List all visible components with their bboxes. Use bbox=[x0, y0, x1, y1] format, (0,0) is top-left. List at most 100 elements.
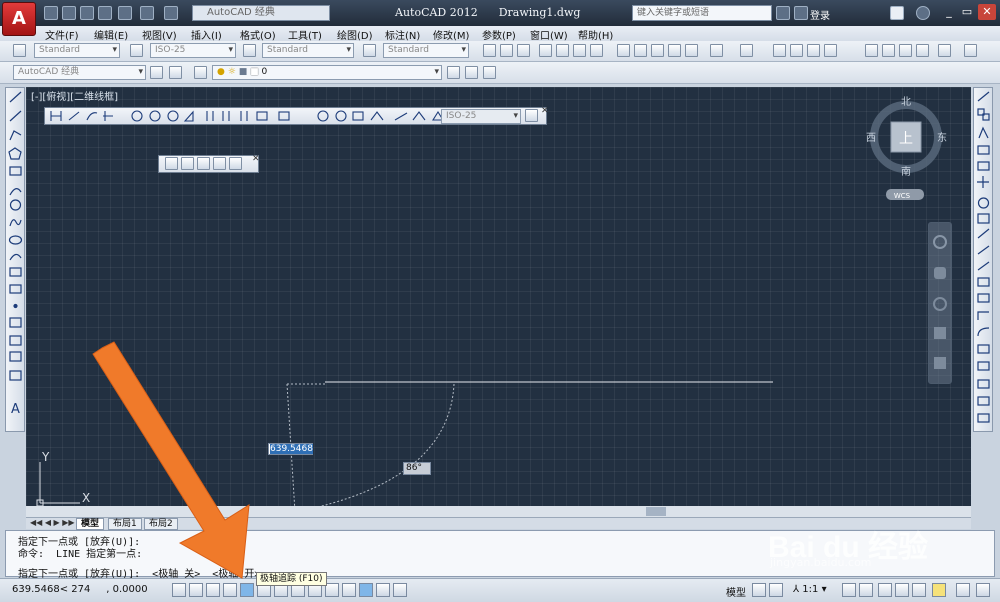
annotation-scale-dropdown[interactable]: ⅄ 1:1 ▾ bbox=[793, 584, 827, 595]
menu-dimension[interactable]: 标注(N) bbox=[385, 27, 420, 42]
menu-parametric[interactable]: 参数(P) bbox=[482, 27, 516, 42]
menu-edit[interactable]: 编辑(E) bbox=[94, 27, 128, 42]
print-icon[interactable] bbox=[118, 6, 132, 20]
model-space-toggle[interactable]: 模型 bbox=[726, 584, 746, 599]
login-link[interactable]: 登录 bbox=[810, 7, 830, 22]
polar-tracking-button[interactable] bbox=[240, 583, 254, 597]
layout-quickview-button[interactable] bbox=[752, 583, 766, 597]
save-workspace-icon[interactable] bbox=[169, 66, 182, 79]
redo-toolbar-icon[interactable] bbox=[740, 44, 753, 57]
save-as-icon[interactable] bbox=[98, 6, 112, 20]
grid-display-button[interactable] bbox=[206, 583, 220, 597]
menu-window[interactable]: 窗口(W) bbox=[530, 27, 568, 42]
zoom-window-icon[interactable] bbox=[807, 44, 820, 57]
text-style-icon[interactable] bbox=[13, 44, 26, 57]
zoom-realtime-icon[interactable] bbox=[790, 44, 803, 57]
transparency-button[interactable] bbox=[359, 583, 373, 597]
close-button[interactable]: ✕ bbox=[978, 4, 996, 20]
ortho-mode-button[interactable] bbox=[223, 583, 237, 597]
plot-icon[interactable] bbox=[539, 44, 552, 57]
auto-scale-button[interactable] bbox=[859, 583, 873, 597]
horizontal-scroll-thumb[interactable] bbox=[646, 507, 666, 516]
publish-icon[interactable] bbox=[573, 44, 586, 57]
zoom-previous-icon[interactable] bbox=[824, 44, 837, 57]
drawing-canvas[interactable]: [-][俯视][二维线框] ISO-25 ✕ bbox=[26, 87, 971, 517]
menu-draw[interactable]: 绘图(D) bbox=[337, 27, 373, 42]
application-menu-button[interactable]: A bbox=[2, 2, 36, 36]
drawing-quickview-button[interactable] bbox=[769, 583, 783, 597]
workspace-dropdown[interactable]: AutoCAD 经典 bbox=[192, 5, 330, 21]
dim-style-icon[interactable] bbox=[130, 44, 143, 57]
menu-tools[interactable]: 工具(T) bbox=[288, 27, 322, 42]
coordinates-display[interactable]: 639.5468< 274 , 0.0000 bbox=[12, 584, 148, 595]
search-icon[interactable] bbox=[776, 6, 790, 20]
design-center-icon[interactable] bbox=[882, 44, 895, 57]
layer-properties-icon[interactable] bbox=[194, 66, 207, 79]
table-style-icon[interactable] bbox=[243, 44, 256, 57]
hardware-acceleration-button[interactable] bbox=[912, 583, 926, 597]
properties-icon[interactable] bbox=[865, 44, 878, 57]
dynamic-input-button[interactable] bbox=[325, 583, 339, 597]
menu-file[interactable]: 文件(F) bbox=[45, 27, 79, 42]
redo-icon[interactable] bbox=[164, 6, 178, 20]
match-properties-icon[interactable] bbox=[668, 44, 681, 57]
workspace-settings-icon[interactable] bbox=[150, 66, 163, 79]
exchange-icon[interactable] bbox=[890, 6, 904, 20]
menu-insert[interactable]: 插入(I) bbox=[191, 27, 222, 42]
dynamic-length-input[interactable]: 639.5468 bbox=[268, 443, 313, 455]
layer-dropdown[interactable]: ● ☼ ■ ■ 0 bbox=[212, 65, 442, 80]
layer-state-icon[interactable] bbox=[483, 66, 496, 79]
tab-layout2[interactable]: 布局2 bbox=[144, 518, 178, 530]
undo-toolbar-icon[interactable] bbox=[710, 44, 723, 57]
clean-screen-button[interactable] bbox=[956, 583, 970, 597]
text-style-dropdown[interactable]: Standard bbox=[34, 43, 120, 58]
menu-help[interactable]: 帮助(H) bbox=[578, 27, 613, 42]
pan-icon[interactable] bbox=[773, 44, 786, 57]
save-file-icon[interactable] bbox=[517, 44, 530, 57]
block-editor-icon[interactable] bbox=[685, 44, 698, 57]
open-icon[interactable] bbox=[62, 6, 76, 20]
help-icon[interactable] bbox=[916, 6, 930, 20]
plot-preview-icon[interactable] bbox=[556, 44, 569, 57]
toolbar-lock-button[interactable] bbox=[895, 583, 909, 597]
sheet-set-icon[interactable] bbox=[916, 44, 929, 57]
workspace-switching-button[interactable] bbox=[878, 583, 892, 597]
snap-mode-button[interactable] bbox=[189, 583, 203, 597]
lineweight-button[interactable] bbox=[342, 583, 356, 597]
undo-icon[interactable] bbox=[140, 6, 154, 20]
isolate-objects-button[interactable] bbox=[932, 583, 946, 597]
save-icon[interactable] bbox=[80, 6, 94, 20]
calculator-icon[interactable] bbox=[938, 44, 951, 57]
table-style-dropdown[interactable]: Standard bbox=[262, 43, 354, 58]
copy-icon[interactable] bbox=[634, 44, 647, 57]
cut-icon[interactable] bbox=[617, 44, 630, 57]
tab-nav-arrows-icon[interactable]: ◀◀ ◀ ▶ ▶▶ bbox=[30, 518, 75, 527]
tool-palettes-icon[interactable] bbox=[899, 44, 912, 57]
new-icon[interactable] bbox=[44, 6, 58, 20]
horizontal-scrollbar[interactable] bbox=[26, 506, 971, 517]
help-toolbar-icon[interactable] bbox=[964, 44, 977, 57]
annotation-visibility-button[interactable] bbox=[842, 583, 856, 597]
menu-modify[interactable]: 修改(M) bbox=[433, 27, 469, 42]
selection-cycling-button[interactable] bbox=[393, 583, 407, 597]
new-file-icon[interactable] bbox=[483, 44, 496, 57]
help-search-input[interactable]: 键入关键字或短语 bbox=[632, 5, 772, 21]
layer-previous-icon[interactable] bbox=[465, 66, 478, 79]
paste-icon[interactable] bbox=[651, 44, 664, 57]
open-file-icon[interactable] bbox=[500, 44, 513, 57]
user-icon[interactable] bbox=[794, 6, 808, 20]
workspace-dropdown-toolbar[interactable]: AutoCAD 经典 bbox=[13, 65, 146, 80]
dynamic-angle-input[interactable]: 86° bbox=[403, 462, 431, 475]
make-current-layer-icon[interactable] bbox=[447, 66, 460, 79]
dim-style-dropdown[interactable]: ISO-25 bbox=[150, 43, 236, 58]
tab-model[interactable]: 模型 bbox=[76, 518, 105, 530]
restore-button[interactable]: ▭ bbox=[958, 4, 976, 20]
menu-view[interactable]: 视图(V) bbox=[142, 27, 177, 42]
tab-layout1[interactable]: 布局1 bbox=[108, 518, 142, 530]
menu-format[interactable]: 格式(O) bbox=[240, 27, 276, 42]
status-menu-button[interactable] bbox=[976, 583, 990, 597]
quick-properties-button[interactable] bbox=[376, 583, 390, 597]
infer-constraints-button[interactable] bbox=[172, 583, 186, 597]
minimize-button[interactable]: _ bbox=[940, 4, 958, 20]
multileader-style-dropdown[interactable]: Standard bbox=[383, 43, 469, 58]
